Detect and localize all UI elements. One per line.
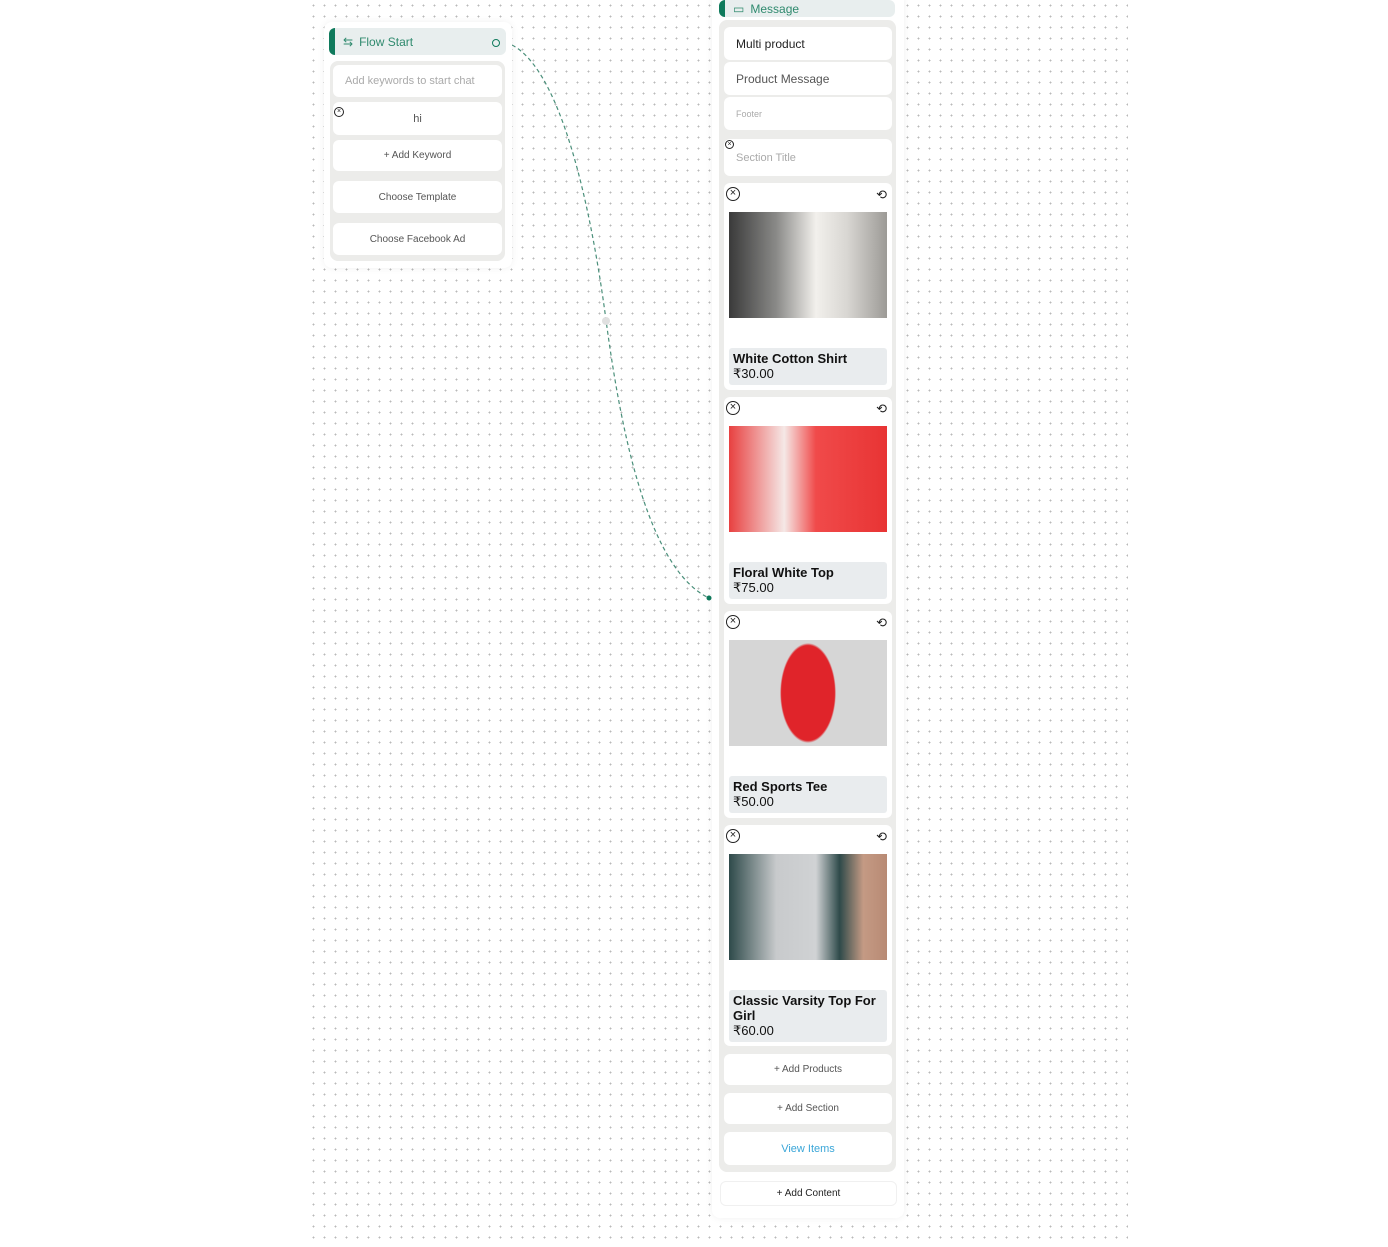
- remove-product-icon[interactable]: ×: [726, 615, 740, 629]
- product-image: [729, 212, 887, 318]
- add-content-button[interactable]: + Add Content: [720, 1181, 897, 1206]
- flow-start-title: Flow Start: [359, 34, 414, 49]
- add-products-button[interactable]: + Add Products: [724, 1054, 892, 1085]
- add-products-label: + Add Products: [773, 1064, 843, 1075]
- product-card[interactable]: × ⟲ Classic Varsity Top For Girl ₹60.00: [724, 825, 892, 1046]
- product-name: Classic Varsity Top For Girl: [733, 993, 876, 1023]
- product-card[interactable]: × ⟲ Floral White Top ₹75.00: [724, 397, 892, 604]
- add-keyword-label: + Add Keyword: [383, 150, 452, 161]
- message-body-field[interactable]: Product Message: [724, 62, 892, 95]
- product-image: [729, 640, 887, 746]
- view-items-button[interactable]: View Items: [724, 1132, 892, 1165]
- flow-icon: ⇆: [343, 34, 354, 49]
- remove-section-icon[interactable]: ×: [725, 140, 734, 149]
- choose-template-label: Choose Template: [378, 191, 457, 203]
- product-name: White Cotton Shirt: [733, 351, 848, 366]
- product-price: ₹50.00: [733, 794, 774, 809]
- product-card[interactable]: × ⟲ White Cotton Shirt ₹30.00: [724, 183, 892, 390]
- history-icon[interactable]: ⟲: [876, 187, 887, 203]
- keywords-placeholder: Add keywords to start chat: [345, 75, 475, 87]
- choose-template-button[interactable]: Choose Template: [333, 181, 502, 213]
- source-handle[interactable]: [492, 39, 500, 47]
- choose-facebook-ad-label: Choose Facebook Ad: [369, 233, 466, 245]
- remove-product-icon[interactable]: ×: [726, 829, 740, 843]
- product-price: ₹75.00: [733, 580, 774, 595]
- message-title: Message: [750, 1, 800, 16]
- keyword-text: hi: [413, 112, 422, 125]
- history-icon[interactable]: ⟲: [876, 615, 887, 631]
- message-body-text: Product Message: [736, 71, 830, 86]
- product-price: ₹60.00: [733, 1023, 774, 1038]
- product-name: Floral White Top: [733, 565, 834, 580]
- remove-product-icon[interactable]: ×: [726, 187, 740, 201]
- remove-keyword-icon[interactable]: ×: [334, 107, 344, 117]
- view-items-label: View Items: [781, 1142, 835, 1155]
- connection-edge[interactable]: [0, 0, 1388, 1247]
- product-image: [729, 426, 887, 532]
- message-icon: ▭: [733, 1, 745, 16]
- section-title-placeholder: Section Title: [736, 151, 796, 164]
- footer-placeholder: Footer: [736, 108, 763, 119]
- add-section-button[interactable]: + Add Section: [724, 1093, 892, 1124]
- choose-facebook-ad-button[interactable]: Choose Facebook Ad: [333, 223, 502, 255]
- add-content-label: + Add Content: [776, 1188, 841, 1199]
- target-handle[interactable]: [706, 595, 712, 601]
- remove-product-icon[interactable]: ×: [726, 401, 740, 415]
- keywords-input[interactable]: Add keywords to start chat: [333, 65, 502, 97]
- product-name: Red Sports Tee: [733, 779, 828, 794]
- message-type-text: Multi product: [736, 36, 805, 51]
- product-image: [729, 854, 887, 960]
- footer-input[interactable]: Footer: [724, 97, 892, 130]
- edge-delete-button[interactable]: [602, 317, 610, 325]
- product-price: ₹30.00: [733, 366, 774, 381]
- keyword-chip[interactable]: hi: [333, 102, 502, 135]
- add-keyword-button[interactable]: + Add Keyword: [333, 140, 502, 171]
- history-icon[interactable]: ⟲: [876, 829, 887, 845]
- message-type-field[interactable]: Multi product: [724, 27, 892, 60]
- history-icon[interactable]: ⟲: [876, 401, 887, 417]
- flow-start-header[interactable]: ⇆ Flow Start: [329, 28, 506, 55]
- product-card[interactable]: × ⟲ Red Sports Tee ₹50.00: [724, 611, 892, 818]
- section-title-input[interactable]: Section Title: [724, 139, 892, 176]
- add-section-label: + Add Section: [777, 1103, 839, 1114]
- message-header[interactable]: ▭ Message: [719, 0, 895, 17]
